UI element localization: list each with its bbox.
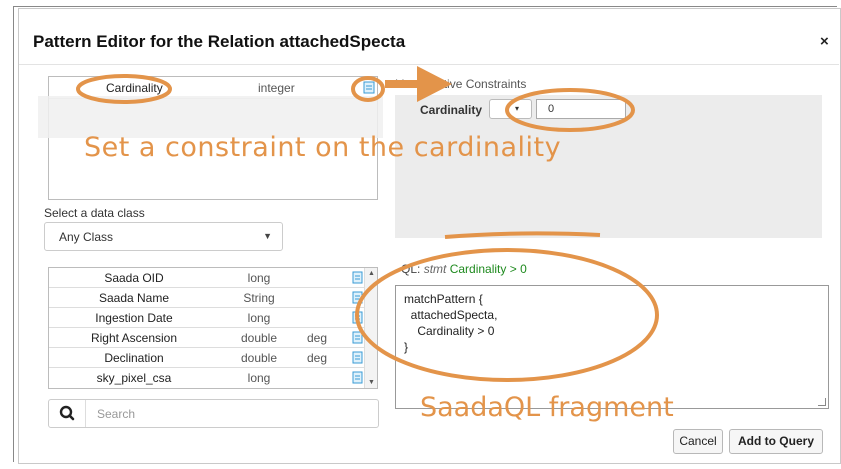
annotation-arrowhead [417, 66, 452, 102]
annotation-ql-note: SaadaQL fragment [420, 392, 674, 423]
annotation-constraint-note: Set a constraint on the cardinality [84, 132, 562, 163]
annotation-ellipse [355, 248, 659, 382]
annotation-ellipse [76, 74, 172, 104]
annotation-underline [444, 231, 601, 239]
annotation-ellipse [351, 76, 385, 102]
annotation-ellipse [505, 88, 635, 132]
